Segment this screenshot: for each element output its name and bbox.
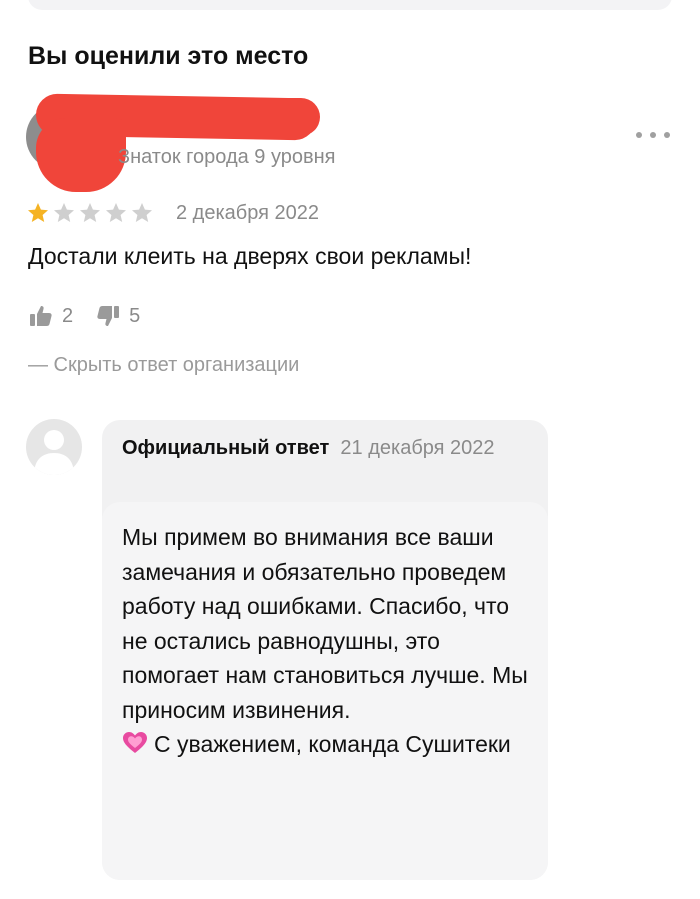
dot (636, 132, 642, 138)
organization-avatar (26, 419, 82, 475)
reply-header: Официальный ответ 21 декабря 2022 (122, 434, 522, 462)
redaction-mark (36, 118, 126, 192)
review-date: 2 декабря 2022 (176, 202, 320, 224)
star-icon (80, 203, 100, 222)
like-count: 2 (62, 304, 74, 327)
author-level: Знаток города 9 уровня (118, 146, 336, 168)
star-icon (106, 203, 126, 222)
previous-card (28, 0, 672, 10)
reply-author: Официальный ответ (122, 437, 330, 459)
more-dots-icon[interactable] (636, 124, 670, 146)
heart-emoji-icon (123, 732, 147, 753)
thumbs-down-icon (97, 306, 120, 326)
reply-signature: С уважением, команда Сушитеки (154, 731, 511, 757)
dislike-count: 5 (129, 304, 141, 327)
like-button[interactable]: 2 (28, 303, 73, 329)
star-icon (132, 203, 152, 222)
reply-body: Мы примем во внимания все ваши замечания… (122, 520, 532, 762)
review-text: Достали клеить на дверях свои рекламы! (28, 243, 472, 269)
dislike-button[interactable]: 5 (95, 303, 140, 329)
dot (664, 132, 670, 138)
reply-date: 21 декабря 2022 (340, 437, 495, 459)
star-icon (54, 203, 74, 222)
thumbs-up-icon (30, 306, 52, 326)
user-silhouette-icon (34, 430, 74, 475)
review-screen: Вы оценили это место Знаток города 9 уро… (0, 0, 700, 899)
rating-stars (26, 201, 154, 225)
star-icon (28, 203, 48, 222)
dot (650, 132, 656, 138)
hide-answer-link[interactable]: — Скрыть ответ организации (28, 354, 299, 377)
reactions: 2 5 (28, 303, 162, 329)
reply-text: Мы примем во внимания все ваши замечания… (122, 524, 535, 723)
section-title: Вы оценили это место (28, 42, 309, 70)
